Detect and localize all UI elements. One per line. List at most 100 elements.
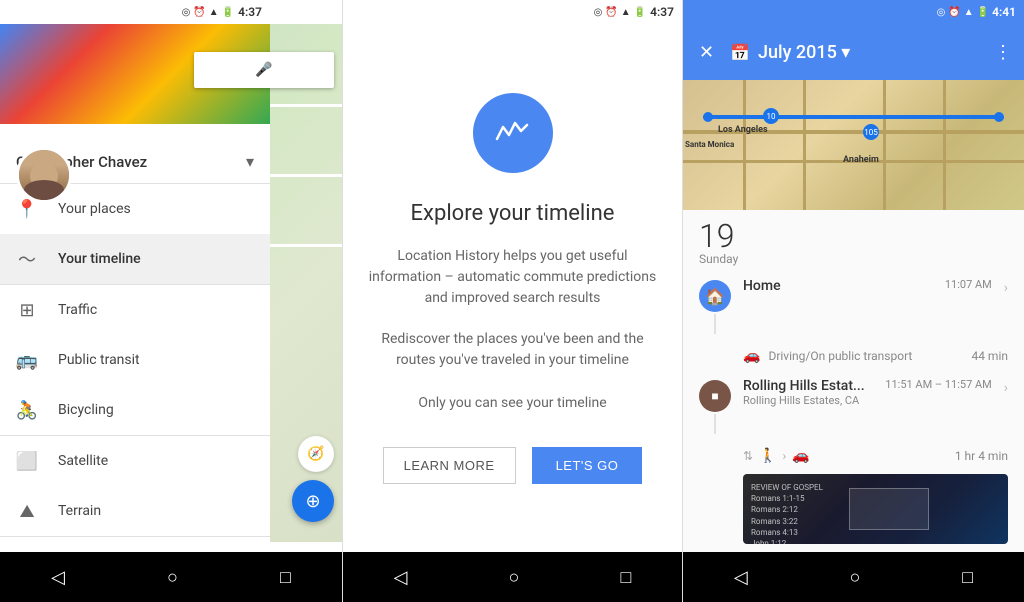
timeline-private-note: Only you can see your timeline bbox=[418, 395, 606, 411]
home-button[interactable]: ○ bbox=[501, 559, 528, 596]
sidebar-item-terrain[interactable]: ⛰ Terrain bbox=[0, 486, 270, 536]
bottom-navigation: ◁ ○ □ bbox=[683, 552, 1024, 602]
map-label-la: Los Angeles bbox=[718, 125, 768, 135]
map-compass[interactable]: 🧭 bbox=[298, 436, 334, 472]
transport-segment-2: ⇅ 🚶 › 🚗 1 hr 4 min bbox=[683, 442, 1024, 470]
timeline-intro-title: Explore your timeline bbox=[411, 201, 615, 226]
wifi-status-icon: 🔋 bbox=[977, 7, 989, 18]
day-header: 19 Sunday bbox=[683, 210, 1024, 270]
transport-label: Driving/On public transport bbox=[768, 349, 912, 363]
transport-arrow-icon: › bbox=[783, 449, 787, 463]
avatar-body bbox=[24, 180, 64, 200]
sidebar-item-google-earth[interactable]: 🌐 Google Earth ⧉ bbox=[0, 537, 270, 542]
alarm-status-icon: ⏰ bbox=[605, 7, 617, 18]
panel2-timeline-intro: ◎ ⏰ ▲ 🔋 4:37 Explore your timeline Locat… bbox=[342, 0, 682, 602]
terrain-icon: ⛰ bbox=[16, 500, 38, 522]
sidebar-item-satellite[interactable]: ⬜ Satellite bbox=[0, 436, 270, 486]
bottom-navigation: ◁ ○ □ bbox=[0, 552, 342, 602]
timeline-event-image: REVIEW OF GOSPELRomans 1:1-15Romans 2:12… bbox=[743, 474, 1008, 544]
back-button[interactable]: ◁ bbox=[386, 559, 416, 596]
sidebar-item-label: Your places bbox=[58, 201, 131, 217]
timeline-item-home[interactable]: 🏠 Home 11:07 AM › bbox=[683, 270, 1024, 342]
more-options-button[interactable]: ⋮ bbox=[994, 42, 1012, 63]
avatar bbox=[16, 147, 72, 203]
alarm-status-icon: ⏰ bbox=[948, 7, 960, 18]
account-dropdown-icon[interactable]: ▾ bbox=[246, 152, 254, 171]
place-time: 11:51 AM – 11:57 AM bbox=[885, 378, 991, 391]
sidebar-item-label: Satellite bbox=[58, 453, 108, 469]
signal-status-icon: ▲ bbox=[964, 7, 974, 18]
status-bar: ◎ ⏰ ▲ 🔋 4:41 bbox=[683, 0, 1024, 24]
timeline-icon-circle bbox=[473, 93, 553, 173]
panel3-header: ✕ 📅 July 2015 ▾ ⋮ bbox=[683, 24, 1024, 80]
sidebar-header: Christopher Chavez ▾ bbox=[0, 24, 270, 183]
transport-segment: 🚗 Driving/On public transport 44 min bbox=[683, 342, 1024, 370]
close-button[interactable]: ✕ bbox=[695, 38, 718, 67]
panel3-timeline-detail: ◎ ⏰ ▲ 🔋 4:41 ✕ 📅 July 2015 ▾ ⋮ bbox=[682, 0, 1024, 602]
sidebar-item-label: Terrain bbox=[58, 503, 101, 519]
transport-duration: 44 min bbox=[971, 349, 1008, 363]
home-place-icon: 🏠 bbox=[699, 280, 731, 312]
timeline-connector bbox=[714, 314, 716, 334]
signal-status-icon: ▲ bbox=[209, 7, 219, 18]
timeline-action-buttons: LEARN MORE LET'S GO bbox=[383, 447, 643, 484]
timeline-item-content: Rolling Hills Estat... Rolling Hills Est… bbox=[743, 378, 873, 407]
map-search-bar[interactable]: 🎤 bbox=[194, 52, 334, 88]
day-name: Sunday bbox=[699, 252, 1008, 266]
back-button[interactable]: ◁ bbox=[43, 559, 73, 596]
home-button[interactable]: ○ bbox=[842, 559, 869, 596]
sidebar-item-public-transit[interactable]: 🚌 Public transit bbox=[0, 335, 270, 385]
month-selector[interactable]: July 2015 ▾ bbox=[758, 42, 986, 63]
sidebar-item-your-timeline[interactable]: 〜 Your timeline bbox=[0, 234, 270, 284]
timeline-events-list: 19 Sunday 🏠 Home 11:07 AM › 🚗 Driving/On… bbox=[683, 210, 1024, 552]
sidebar-item-traffic[interactable]: ⊞ Traffic bbox=[0, 285, 270, 335]
recents-button[interactable]: □ bbox=[954, 559, 981, 596]
timeline-map: Los Angeles Santa Monica Anaheim 10 105 bbox=[683, 80, 1024, 210]
car-icon: 🚗 bbox=[743, 348, 760, 364]
recents-button[interactable]: □ bbox=[272, 559, 299, 596]
sidebar-item-bicycling[interactable]: 🚴 Bicycling bbox=[0, 385, 270, 435]
mic-icon: 🎤 bbox=[255, 62, 272, 78]
signal-status-icon: ▲ bbox=[621, 7, 631, 18]
home-button[interactable]: ○ bbox=[159, 559, 186, 596]
learn-more-button[interactable]: LEARN MORE bbox=[383, 447, 516, 484]
place-title: Rolling Hills Estat... bbox=[743, 378, 873, 394]
stop-place-icon: ■ bbox=[699, 380, 731, 412]
alarm-status-icon: ⏰ bbox=[193, 7, 205, 18]
recents-button[interactable]: □ bbox=[613, 559, 640, 596]
map-label-anaheim: Anaheim bbox=[843, 155, 879, 165]
location-status-icon: ◎ bbox=[594, 7, 603, 18]
chevron-right-icon: › bbox=[1004, 378, 1008, 396]
timeline-connector bbox=[714, 414, 716, 434]
map-road bbox=[883, 80, 886, 210]
map-road bbox=[943, 80, 946, 210]
timeline-item-rolling-hills[interactable]: ■ Rolling Hills Estat... Rolling Hills E… bbox=[683, 370, 1024, 442]
location-icon: ⊕ bbox=[305, 491, 320, 512]
my-location-fab[interactable]: ⊕ bbox=[292, 480, 334, 522]
timeline-item-content: Home bbox=[743, 278, 933, 294]
calendar-icon: 📅 bbox=[730, 43, 750, 62]
place-subtitle: Rolling Hills Estates, CA bbox=[743, 394, 873, 407]
traffic-icon: ⊞ bbox=[16, 299, 38, 321]
sidebar-item-label: Traffic bbox=[58, 302, 97, 318]
timeline-intro-desc2: Rediscover the places you've been and th… bbox=[367, 329, 658, 371]
lets-go-button[interactable]: LET'S GO bbox=[532, 447, 643, 484]
location-status-icon: ◎ bbox=[937, 7, 946, 18]
map-road bbox=[803, 80, 806, 210]
walk-icon: 🚶 bbox=[759, 448, 776, 464]
transport-duration: 1 hr 4 min bbox=[955, 449, 1008, 463]
route-line bbox=[703, 115, 1004, 119]
satellite-icon: ⬜ bbox=[16, 450, 38, 472]
chevron-right-icon: › bbox=[1004, 278, 1008, 296]
back-button[interactable]: ◁ bbox=[726, 559, 756, 596]
timeline-item-stacked[interactable]: 🍴 Stacked 1:01 PM – 2:25 PM › bbox=[683, 548, 1024, 552]
car-icon: 🚗 bbox=[792, 448, 809, 464]
image-overlay-text: REVIEW OF GOSPELRomans 1:1-15Romans 2:12… bbox=[751, 482, 823, 544]
place-title: Home bbox=[743, 278, 933, 294]
transport-arrows-icon: ⇅ bbox=[743, 449, 753, 463]
status-time: 4:37 bbox=[238, 5, 262, 19]
map-road bbox=[743, 80, 746, 210]
wifi-status-icon: 🔋 bbox=[222, 7, 234, 18]
timeline-dot-col: ■ bbox=[699, 378, 731, 434]
your-timeline-icon: 〜 bbox=[16, 248, 38, 270]
